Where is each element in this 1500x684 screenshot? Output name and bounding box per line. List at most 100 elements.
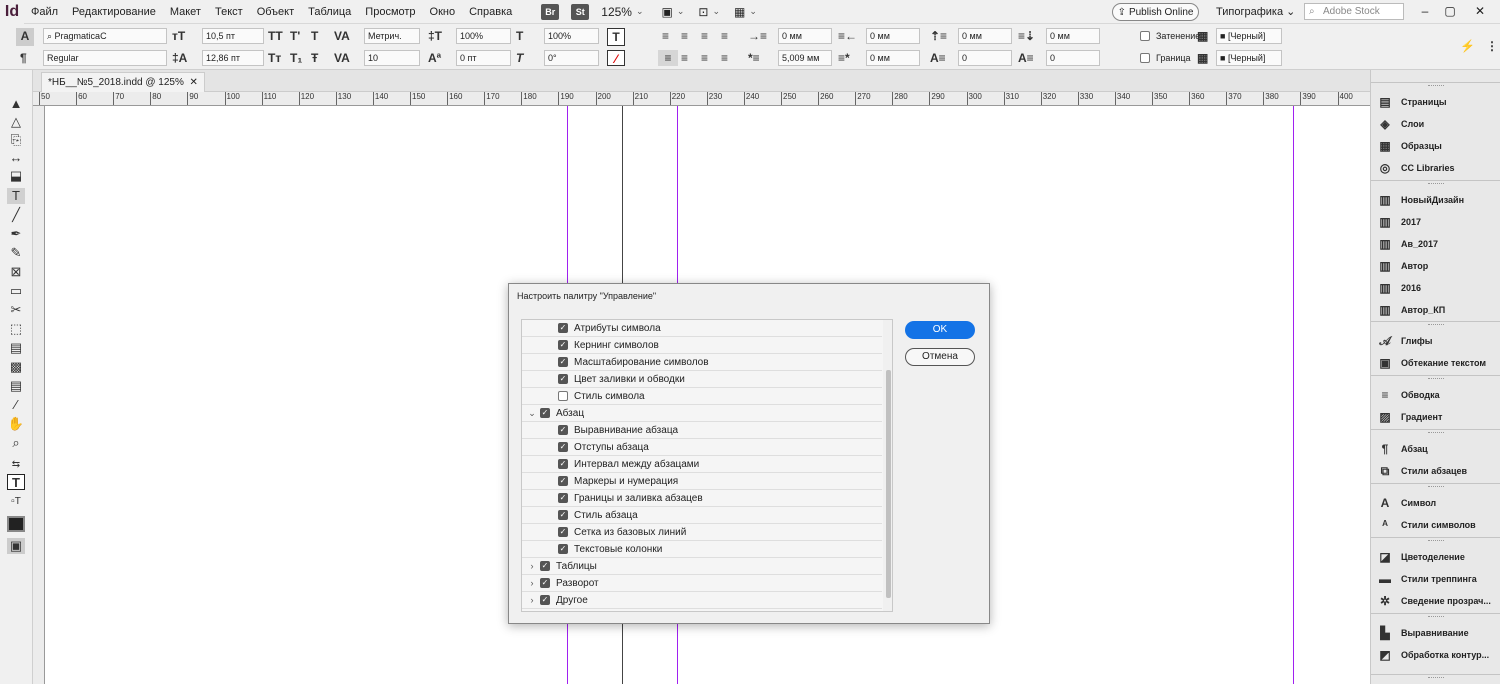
border-checkbox[interactable] xyxy=(1140,53,1150,63)
shading-toggle[interactable]: Затенение xyxy=(1140,31,1200,41)
panel-grip[interactable] xyxy=(1428,677,1444,679)
panel-item[interactable]: ¶ Абзац xyxy=(1377,439,1428,459)
chevron-down-icon[interactable]: ⌄ xyxy=(677,6,685,17)
tree-row[interactable]: ✓ Атрибуты символа xyxy=(522,320,882,337)
shading-checkbox[interactable] xyxy=(1140,31,1150,41)
rectangle-tool-icon[interactable]: ▭ xyxy=(7,283,25,299)
note-tool-icon[interactable]: ▤ xyxy=(7,378,25,394)
row-checkbox[interactable]: ✓ xyxy=(558,425,568,435)
scissors-tool-icon[interactable]: ✂ xyxy=(7,302,25,318)
panel-grip[interactable] xyxy=(1428,378,1444,380)
justify-last-left-icon[interactable]: ≡ xyxy=(721,28,728,44)
panel-item[interactable]: ▥ 2016 xyxy=(1377,278,1421,298)
vertical-ruler[interactable] xyxy=(33,106,45,684)
line-tool-icon[interactable]: ╱ xyxy=(7,207,25,223)
content-collector-icon[interactable]: ⬓ xyxy=(7,168,25,184)
tree-row[interactable]: ✓ Цвет заливки и обводки xyxy=(522,371,882,388)
chevron-right-icon[interactable]: › xyxy=(526,595,538,605)
dropcap-lines-field[interactable]: 0 xyxy=(958,50,1012,66)
horizontal-ruler[interactable]: 50 60 70 80 90 100 110 120 130 140 150 160 170 180 190… xyxy=(33,92,1370,106)
adobe-stock-search[interactable]: ⌕ Adobe Stock xyxy=(1304,3,1404,20)
panel-item[interactable]: ▥ Автор_КП xyxy=(1377,300,1445,320)
left-indent-field[interactable]: 0 мм xyxy=(778,28,832,44)
row-checkbox[interactable]: ✓ xyxy=(540,408,550,418)
menu-item[interactable]: Макет xyxy=(163,0,208,24)
row-checkbox[interactable] xyxy=(558,391,568,401)
free-transform-tool-icon[interactable]: ⬚ xyxy=(7,321,25,337)
font-size-field[interactable]: 10,5 пт xyxy=(202,28,264,44)
tree-row[interactable]: ✓ Интервал между абзацами xyxy=(522,456,882,473)
panel-grip[interactable] xyxy=(1428,183,1444,185)
panel-grip[interactable] xyxy=(1428,616,1444,618)
gradient-swatch-tool-icon[interactable]: ▤ xyxy=(7,340,25,356)
tree-row[interactable]: ✓ Стиль абзаца xyxy=(522,507,882,524)
shading-settings-icon[interactable]: ▦ xyxy=(1197,28,1208,44)
panel-item[interactable]: ▬ Стили треппинга xyxy=(1377,569,1477,589)
paragraph-mode-icon[interactable]: ¶ xyxy=(20,50,27,66)
panel-item[interactable]: ▦ Образцы xyxy=(1377,136,1442,156)
pencil-tool-icon[interactable]: ✎ xyxy=(7,245,25,261)
last-line-indent-field[interactable]: 0 мм xyxy=(866,50,920,66)
justify-full-icon[interactable]: ≡ xyxy=(721,50,728,66)
tree-row[interactable]: ✓ Маркеры и нумерация xyxy=(522,473,882,490)
gradient-feather-tool-icon[interactable]: ▩ xyxy=(7,359,25,375)
align-left-icon[interactable]: ≡ xyxy=(662,28,669,44)
tree-row[interactable]: › ✓ Таблицы xyxy=(522,558,882,575)
menu-item[interactable]: Справка xyxy=(462,0,519,24)
skew-field[interactable]: 0° xyxy=(544,50,599,66)
minimize-button[interactable]: – xyxy=(1415,2,1435,20)
panel-item[interactable]: ✲ Сведение прозрач... xyxy=(1377,591,1491,611)
panel-item[interactable]: ▨ Градиент xyxy=(1377,407,1442,427)
cancel-button[interactable]: Отмена xyxy=(905,348,975,366)
panel-grip[interactable] xyxy=(1428,540,1444,542)
hand-tool-icon[interactable]: ✋ xyxy=(7,416,25,432)
leading-field[interactable]: 12,86 пт xyxy=(202,50,264,66)
kerning-field[interactable]: Метрич. xyxy=(364,28,420,44)
superscript-icon[interactable]: T' xyxy=(290,28,300,44)
swap-colors-icon[interactable]: ⇆ xyxy=(7,457,25,473)
tree-row[interactable]: ✓ Кернинг символов xyxy=(522,337,882,354)
panel-item[interactable]: ◩ Обработка контур... xyxy=(1377,645,1489,665)
eyedropper-tool-icon[interactable]: ⁄ xyxy=(7,397,25,413)
selection-tool-icon[interactable]: ▲ xyxy=(7,96,25,112)
chevron-right-icon[interactable]: › xyxy=(526,561,538,571)
menu-item[interactable]: Таблица xyxy=(301,0,358,24)
row-checkbox[interactable]: ✓ xyxy=(558,459,568,469)
scrollbar[interactable] xyxy=(883,320,892,611)
panel-grip[interactable] xyxy=(1428,432,1444,434)
formatting-affects-text-icon[interactable]: ▫T xyxy=(7,494,25,510)
panel-item[interactable]: ▙ Выравнивание xyxy=(1377,623,1468,643)
chevron-down-icon[interactable]: ⌄ xyxy=(636,6,644,17)
panel-item[interactable]: ᴬ Стили символов xyxy=(1377,515,1476,535)
chevron-down-icon[interactable]: ⌄ xyxy=(712,6,720,17)
small-caps-icon[interactable]: Tт xyxy=(268,50,281,66)
menu-item[interactable]: Редактирование xyxy=(65,0,163,24)
tree-row[interactable]: Стиль символа xyxy=(522,388,882,405)
normal-view-icon[interactable] xyxy=(7,516,25,532)
menu-item[interactable]: Просмотр xyxy=(358,0,422,24)
scrollbar-thumb[interactable] xyxy=(886,370,891,598)
underline-icon[interactable]: T xyxy=(311,28,318,44)
tracking-field[interactable]: 10 xyxy=(364,50,420,66)
chevron-down-icon[interactable]: ⌄ xyxy=(526,408,538,419)
direct-selection-tool-icon[interactable]: △ xyxy=(7,114,25,130)
chevron-down-icon[interactable]: ⌄ xyxy=(749,6,757,17)
panel-item[interactable]: 𝒜 Глифы xyxy=(1377,331,1432,351)
panel-item[interactable]: ◎ CC Libraries xyxy=(1377,158,1455,178)
stroke-none-icon[interactable]: ⁄ xyxy=(607,50,625,66)
zoom-level[interactable]: 125% xyxy=(601,5,632,19)
tree-row[interactable]: ⌄ ✓ Абзац xyxy=(522,405,882,422)
panel-item[interactable]: ◈ Слои xyxy=(1377,114,1424,134)
border-toggle[interactable]: Граница xyxy=(1140,53,1191,63)
panel-item[interactable]: A Символ xyxy=(1377,493,1436,513)
panel-menu-icon[interactable]: ⋮ xyxy=(1486,38,1498,54)
space-before-field[interactable]: 0 мм xyxy=(958,28,1012,44)
font-style-field[interactable]: Regular xyxy=(43,50,167,66)
panel-item[interactable]: ⧉ Стили абзацев xyxy=(1377,461,1467,481)
horizontal-scale-field[interactable]: 100% xyxy=(544,28,599,44)
close-icon[interactable]: ✕ xyxy=(189,77,197,88)
tree-row[interactable]: › ✓ Разворот xyxy=(522,575,882,592)
strikethrough-icon[interactable]: Ŧ xyxy=(311,50,318,66)
row-checkbox[interactable]: ✓ xyxy=(558,323,568,333)
row-checkbox[interactable]: ✓ xyxy=(558,527,568,537)
